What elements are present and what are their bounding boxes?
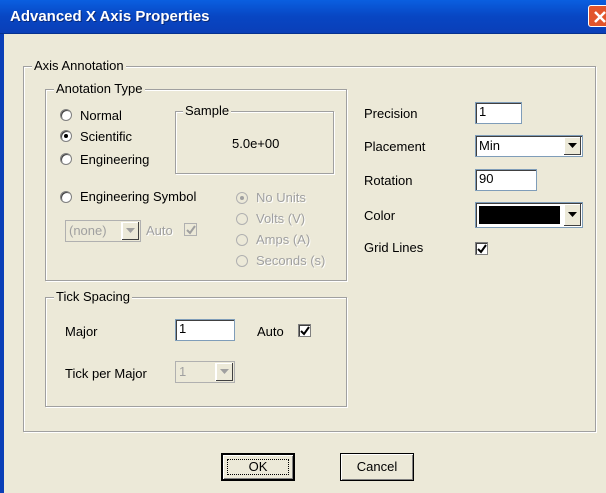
no-units-label: No Units bbox=[256, 190, 306, 205]
title-bar[interactable]: Advanced X Axis Properties bbox=[0, 0, 606, 34]
checkmark-icon bbox=[477, 244, 487, 254]
chevron-down-icon bbox=[568, 143, 577, 148]
tick-spacing-label: Tick Spacing bbox=[54, 289, 132, 304]
amps-label: Amps (A) bbox=[256, 232, 311, 247]
symbol-dropdown-arrow[interactable] bbox=[121, 222, 139, 240]
tick-per-major-label: Tick per Major bbox=[65, 366, 147, 381]
grid-lines-checkbox[interactable] bbox=[475, 242, 488, 255]
ok-button[interactable]: OK bbox=[221, 453, 295, 481]
tick-per-major-arrow[interactable] bbox=[215, 363, 233, 381]
checkmark-icon bbox=[186, 225, 196, 235]
scientific-radio-label[interactable]: Scientific bbox=[80, 129, 132, 145]
precision-input[interactable]: 1 bbox=[475, 102, 522, 124]
scientific-radio[interactable] bbox=[60, 130, 72, 142]
color-dropdown[interactable] bbox=[475, 202, 583, 228]
symbol-auto-checkbox[interactable] bbox=[184, 223, 197, 236]
cancel-button-label: Cancel bbox=[356, 459, 398, 474]
window-title: Advanced X Axis Properties bbox=[10, 8, 210, 25]
volts-radio[interactable] bbox=[236, 213, 248, 225]
grid-lines-label: Grid Lines bbox=[364, 240, 424, 255]
sample-label: Sample bbox=[183, 103, 232, 118]
cancel-button[interactable]: Cancel bbox=[340, 453, 414, 481]
tick-per-major-value: 1 bbox=[179, 364, 187, 379]
precision-label: Precision bbox=[364, 106, 418, 121]
engineering-radio[interactable] bbox=[60, 153, 72, 165]
window-border bbox=[0, 34, 4, 493]
focus-rect bbox=[227, 459, 289, 475]
chevron-down-icon bbox=[568, 212, 577, 217]
major-input[interactable]: 1 bbox=[175, 319, 235, 341]
annotation-type-label: Anotation Type bbox=[54, 81, 145, 96]
placement-label: Placement bbox=[364, 139, 426, 154]
normal-radio-label[interactable]: Normal bbox=[80, 108, 122, 124]
engineering-radio-label[interactable]: Engineering bbox=[80, 152, 149, 168]
color-label: Color bbox=[364, 208, 396, 223]
color-dropdown-arrow[interactable] bbox=[563, 204, 581, 226]
engineering-symbol-radio-label[interactable]: Engineering Symbol bbox=[80, 189, 196, 205]
major-label: Major bbox=[65, 324, 98, 339]
axis-annotation-label: Axis Annotation bbox=[32, 58, 126, 73]
placement-dropdown-value: Min bbox=[479, 138, 500, 153]
checkmark-icon bbox=[300, 326, 310, 336]
rotation-label: Rotation bbox=[364, 173, 413, 188]
engineering-symbol-radio[interactable] bbox=[60, 191, 72, 203]
major-auto-checkbox[interactable] bbox=[298, 324, 311, 337]
tick-per-major-dropdown[interactable]: 1 bbox=[175, 361, 235, 383]
symbol-auto-label: Auto bbox=[146, 223, 173, 238]
major-auto-label: Auto bbox=[257, 324, 284, 339]
tick-spacing-group bbox=[45, 297, 347, 407]
close-button[interactable] bbox=[588, 5, 606, 27]
symbol-dropdown[interactable]: (none) bbox=[65, 220, 141, 242]
no-units-radio[interactable] bbox=[236, 192, 248, 204]
symbol-dropdown-value: (none) bbox=[69, 223, 107, 238]
normal-radio[interactable] bbox=[60, 109, 72, 121]
color-swatch bbox=[479, 206, 560, 224]
sample-value: 5.0e+00 bbox=[232, 136, 280, 151]
placement-dropdown[interactable]: Min bbox=[475, 135, 583, 157]
placement-dropdown-arrow[interactable] bbox=[563, 137, 581, 155]
volts-label: Volts (V) bbox=[256, 211, 306, 226]
chevron-down-icon bbox=[220, 369, 229, 374]
rotation-input[interactable]: 90 bbox=[475, 169, 537, 191]
seconds-label: Seconds (s) bbox=[256, 253, 326, 268]
seconds-radio[interactable] bbox=[236, 255, 248, 267]
close-icon bbox=[594, 11, 606, 23]
chevron-down-icon bbox=[126, 228, 135, 233]
amps-radio[interactable] bbox=[236, 234, 248, 246]
